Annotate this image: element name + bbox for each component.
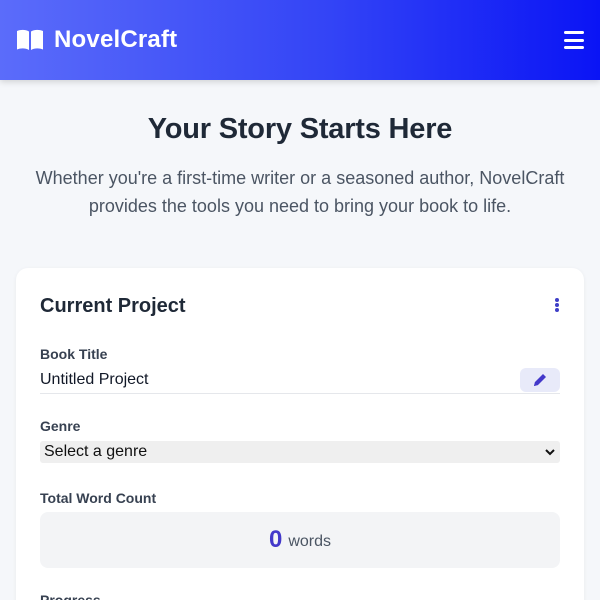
brand[interactable]: NovelCraft <box>16 26 177 54</box>
chevron-down-icon <box>545 449 555 456</box>
progress-label: Progress <box>40 592 101 600</box>
genre-label: Genre <box>40 418 81 434</box>
edit-title-button[interactable] <box>520 368 560 392</box>
book-title-label: Book Title <box>40 346 108 362</box>
pencil-icon <box>534 374 546 386</box>
app-name: NovelCraft <box>54 26 178 53</box>
genre-selected-value: Select a genre <box>44 443 148 460</box>
genre-select[interactable]: Select a genre <box>40 441 560 463</box>
top-navbar: NovelCraft <box>0 0 600 80</box>
hero-section: Your Story Starts Here Whether you're a … <box>0 80 600 220</box>
word-count-label: Total Word Count <box>40 490 157 506</box>
book-title-row <box>40 368 560 394</box>
book-open-icon <box>17 29 43 50</box>
word-count-display: 0 words <box>40 512 560 568</box>
book-title-input[interactable] <box>40 368 510 392</box>
hamburger-menu-icon[interactable] <box>564 31 584 49</box>
word-count-unit: words <box>288 533 332 550</box>
hero-subtitle: Whether you're a first-time writer or a … <box>35 168 565 216</box>
word-count-value: 0 <box>268 526 283 553</box>
card-title: Current Project <box>40 295 186 317</box>
hero-title: Your Story Starts Here <box>147 113 453 145</box>
more-vertical-icon[interactable] <box>554 298 560 312</box>
